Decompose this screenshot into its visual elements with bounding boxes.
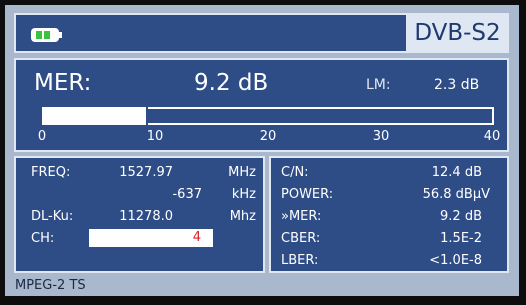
stream-type-label: MPEG-2 TS <box>15 278 86 293</box>
mode-label: DVB-S2 <box>406 13 509 53</box>
scale-tick: 20 <box>259 129 277 144</box>
mer-level-bar <box>42 107 494 125</box>
mer-sub-value: 9.2 dB <box>440 209 482 224</box>
freq-unit: MHz <box>228 165 256 180</box>
mer-sub-label: »MER: <box>281 209 322 224</box>
lm-label: LM: <box>366 77 391 93</box>
lber-value: <1.0E-8 <box>429 253 482 268</box>
dl-unit: Mhz <box>229 209 256 224</box>
mer-panel: MER: 9.2 dB LM: 2.3 dB 0 10 20 30 40 <box>14 58 509 152</box>
mer-level-fill <box>42 107 148 125</box>
scale-tick: 0 <box>37 129 47 144</box>
cber-label: CBER: <box>281 231 321 246</box>
cn-label: C/N: <box>281 165 309 180</box>
mer-value: 9.2 dB <box>194 70 269 96</box>
scale-tick: 30 <box>372 129 390 144</box>
tuning-panel: FREQ: 1527.97 MHz -637 kHz DL-Ku: 11278.… <box>14 156 265 273</box>
measurements-panel: C/N: 12.4 dB POWER: 56.8 dBµV »MER: 9.2 … <box>269 156 509 273</box>
meter-screen: DVB-S2 MER: 9.2 dB LM: 2.3 dB 0 10 20 30… <box>5 5 519 296</box>
cber-value: 1.5E-2 <box>440 231 482 246</box>
lm-value: 2.3 dB <box>434 77 480 93</box>
status-bar: DVB-S2 <box>14 13 509 53</box>
battery-icon <box>31 28 62 42</box>
channel-value: 4 <box>192 230 201 245</box>
scale-tick: 10 <box>146 129 164 144</box>
dl-value: 11278.0 <box>119 209 173 224</box>
scale-tick: 40 <box>483 129 501 144</box>
cn-value: 12.4 dB <box>431 165 482 180</box>
power-value: 56.8 dBµV <box>422 187 490 202</box>
ch-label: CH: <box>31 231 55 246</box>
freq-label: FREQ: <box>31 165 71 180</box>
offset-value: -637 <box>172 187 202 202</box>
channel-field[interactable]: 4 <box>89 229 213 247</box>
dl-label: DL-Ku: <box>31 209 74 224</box>
freq-value: 1527.97 <box>119 165 173 180</box>
offset-unit: kHz <box>231 187 256 202</box>
lber-label: LBER: <box>281 253 319 268</box>
power-label: POWER: <box>281 187 334 202</box>
mer-label: MER: <box>34 70 92 96</box>
